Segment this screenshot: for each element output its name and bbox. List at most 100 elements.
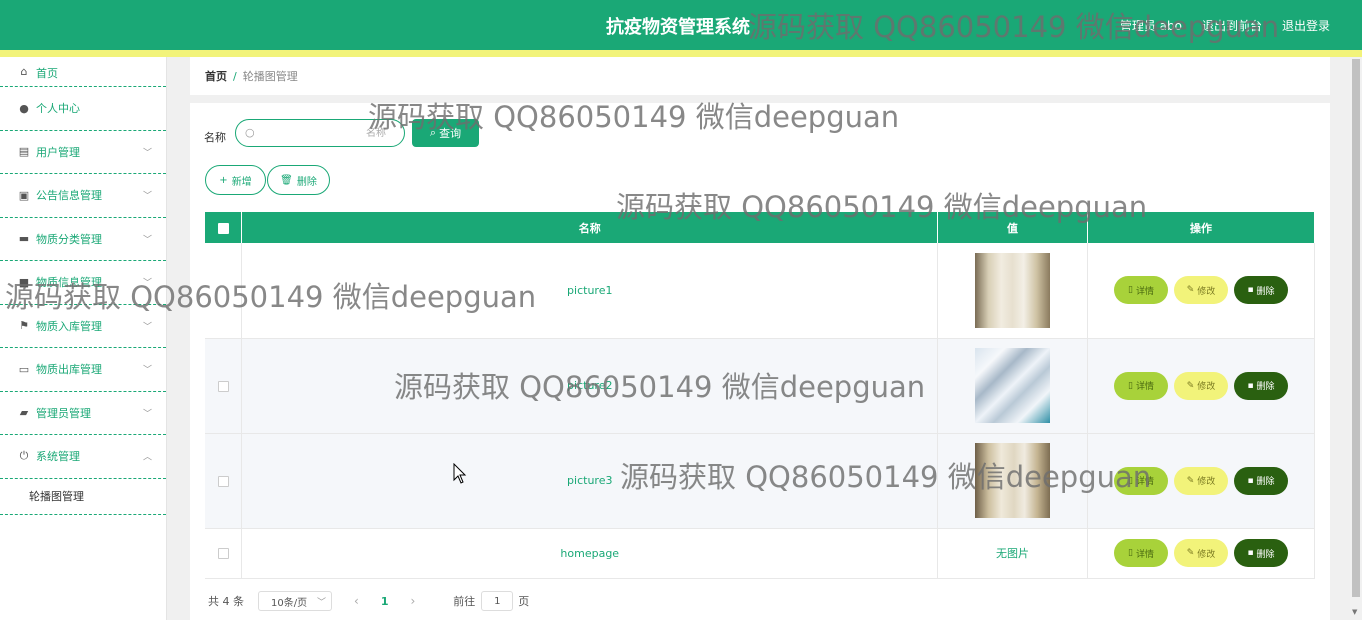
row-name-cell: picture3: [241, 433, 939, 529]
search-icon: ⌕: [429, 126, 437, 139]
sidebar-item-users[interactable]: ▤ 用户管理 ﹀: [0, 131, 166, 174]
batch-delete-label: 删除: [296, 176, 317, 188]
row-select-cell: [205, 243, 243, 339]
back-to-frontend-link[interactable]: 退出到前台: [1202, 17, 1262, 34]
table-row: picture1 ▯ 详情 ✎ 修改 ▪ 删除: [205, 243, 1315, 339]
detail-label: 详情: [1135, 286, 1154, 297]
pencil-icon: ✎: [1186, 475, 1195, 486]
add-button-label: 新增: [231, 176, 252, 188]
app-title: 抗疫物资管理系统: [606, 17, 750, 38]
select-all-checkbox[interactable]: [217, 222, 229, 234]
row-name: picture1: [567, 283, 613, 297]
row-thumbnail: [975, 252, 1051, 328]
row-name: picture3: [567, 474, 613, 487]
query-button[interactable]: ⌕ 查询: [412, 119, 479, 147]
column-header-actions: 操作: [1087, 212, 1315, 243]
sidebar-item-label: 物质入库管理: [36, 319, 102, 333]
sidebar-item-notices[interactable]: ▣ 公告信息管理 ﹀: [0, 174, 166, 218]
row-select-cell: [205, 433, 243, 529]
row-select-cell: [205, 528, 243, 579]
scroll-down-icon[interactable]: ▼: [1352, 608, 1357, 616]
row-thumbnail: [975, 443, 1051, 518]
sidebar-item-materials[interactable]: ■ 物质信息管理 ﹀: [0, 261, 166, 305]
prev-page-button[interactable]: ‹: [354, 594, 359, 608]
delete-button[interactable]: ▪ 删除: [1234, 466, 1288, 495]
row-value-cell: [937, 243, 1088, 339]
row-actions-cell: ▯ 详情 ✎ 修改 ▪ 删除: [1087, 528, 1315, 579]
page-unit-label: 页: [518, 595, 530, 608]
row-name-cell: picture1: [241, 243, 939, 339]
row-checkbox[interactable]: [217, 548, 229, 559]
page-size-select[interactable]: 10条/页 ﹀: [258, 591, 332, 611]
chevron-down-icon: ﹀: [142, 148, 152, 159]
search-input[interactable]: [262, 123, 402, 143]
top-accent-stripe: [0, 50, 1362, 57]
breadcrumb-home[interactable]: 首页: [205, 68, 227, 84]
sidebar-item-home[interactable]: ⌂ 首页: [0, 57, 166, 87]
row-checkbox[interactable]: [217, 475, 229, 487]
sidebar-item-stock-in[interactable]: ⚑ 物质入库管理 ﹀: [0, 305, 166, 348]
top-bar: 抗疫物资管理系统 管理员 abo 退出到前台 退出登录: [0, 0, 1362, 50]
row-thumbnail: [975, 348, 1051, 423]
mouse-cursor-icon: [453, 463, 467, 484]
admin-user-link[interactable]: 管理员 abo: [1120, 17, 1182, 34]
add-button[interactable]: + 新增: [205, 165, 266, 195]
row-no-image-text: 无图片: [996, 547, 1030, 560]
edit-button[interactable]: ✎ 修改: [1174, 276, 1228, 305]
delete-label: 删除: [1256, 382, 1275, 392]
batch-delete-button[interactable]: 🗑 删除: [267, 165, 330, 195]
chat-icon: ▭: [18, 362, 30, 376]
sidebar-item-stock-out[interactable]: ▭ 物质出库管理 ﹀: [0, 348, 166, 392]
detail-button[interactable]: ▯ 详情: [1114, 539, 1168, 567]
table-header-row: 名称 值 操作: [205, 212, 1315, 243]
search-label: 名称: [204, 131, 226, 144]
sidebar-item-label: 物质分类管理: [36, 232, 102, 246]
scrollbar-thumb[interactable]: [1352, 59, 1360, 597]
home-icon: ⌂: [20, 64, 28, 78]
query-button-label: 查询: [439, 127, 462, 140]
vertical-scrollbar[interactable]: ▼: [1350, 57, 1362, 620]
doc-icon: ▯: [1128, 548, 1133, 558]
row-actions-cell: ▯ 详情 ✎ 修改 ▪ 删除: [1087, 338, 1315, 434]
detail-button[interactable]: ▯ 详情: [1114, 371, 1168, 400]
trash-icon: 🗑: [280, 174, 293, 186]
content-panel: 名称 ○ ⌕ 查询 + 新增 🗑 删除 名称 值 操作: [190, 103, 1330, 620]
briefcase-icon: ▬: [18, 232, 30, 246]
edit-label: 修改: [1197, 382, 1216, 392]
row-checkbox[interactable]: [217, 380, 229, 392]
sidebar-item-label: 个人中心: [36, 102, 80, 116]
goto-page-input[interactable]: 1: [481, 591, 514, 611]
chevron-down-icon: ﹀: [142, 235, 152, 246]
sidebar-item-admins[interactable]: ▰ 管理员管理 ﹀: [0, 392, 166, 435]
edit-button[interactable]: ✎ 修改: [1174, 539, 1228, 567]
sidebar-subitem-carousel[interactable]: 轮播图管理: [0, 479, 166, 515]
sidebar-item-system[interactable]: ⏻ 系统管理 ︿: [0, 435, 166, 479]
sidebar-item-categories[interactable]: ▬ 物质分类管理 ﹀: [0, 218, 166, 261]
logout-link[interactable]: 退出登录: [1282, 17, 1330, 34]
trash-icon: ▪: [1247, 475, 1254, 486]
chevron-down-icon: ﹀: [142, 191, 152, 202]
sidebar-item-label: 物质信息管理: [36, 276, 102, 290]
sidebar-item-profile[interactable]: ● 个人中心: [0, 87, 166, 131]
breadcrumb: 首页 / 轮播图管理: [190, 57, 1330, 95]
delete-button[interactable]: ▪ 删除: [1234, 539, 1288, 567]
detail-button[interactable]: ▯ 详情: [1114, 466, 1168, 495]
edit-button[interactable]: ✎ 修改: [1174, 371, 1228, 400]
next-page-button[interactable]: ›: [410, 594, 415, 608]
power-icon: ⏻: [19, 449, 29, 463]
box-icon: ■: [18, 275, 30, 289]
row-value-cell: [937, 433, 1088, 529]
pencil-icon: ✎: [1186, 548, 1195, 558]
delete-button[interactable]: ▪ 删除: [1234, 276, 1288, 305]
edit-button[interactable]: ✎ 修改: [1174, 466, 1228, 495]
page-number-current[interactable]: 1: [381, 595, 389, 608]
chevron-down-icon: ﹀: [142, 278, 152, 289]
pencil-icon: ✎: [1186, 285, 1195, 296]
sidebar-item-label: 物质出库管理: [36, 363, 102, 377]
select-all-header[interactable]: [205, 212, 243, 243]
detail-button[interactable]: ▯ 详情: [1114, 276, 1168, 305]
top-links: 管理员 abo 退出到前台 退出登录: [1120, 17, 1330, 34]
sidebar-item-label: 系统管理: [36, 450, 80, 464]
table-row: homepage 无图片 ▯ 详情 ✎ 修改 ▪ 删除: [205, 528, 1315, 579]
delete-button[interactable]: ▪ 删除: [1234, 371, 1288, 400]
